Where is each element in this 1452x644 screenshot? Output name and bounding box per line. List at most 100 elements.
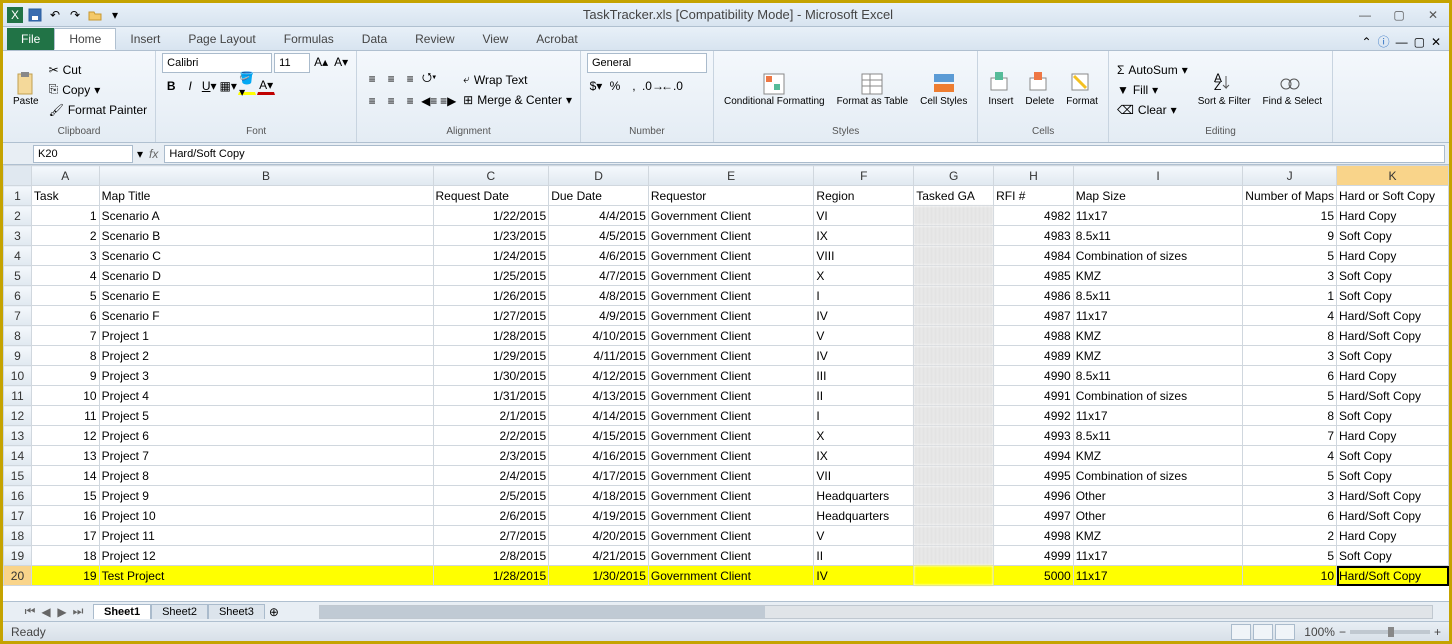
cell-H5[interactable]: 4985 [994, 266, 1074, 286]
cell-H13[interactable]: 4993 [994, 426, 1074, 446]
cell-E17[interactable]: Government Client [648, 506, 814, 526]
cell-I3[interactable]: 8.5x11 [1073, 226, 1243, 246]
cell-J5[interactable]: 3 [1243, 266, 1337, 286]
cell-B9[interactable]: Project 2 [99, 346, 433, 366]
cell-F16[interactable]: Headquarters [814, 486, 914, 506]
cell-G17[interactable] [914, 506, 994, 526]
cell-K9[interactable]: Soft Copy [1337, 346, 1449, 366]
cell-H17[interactable]: 4997 [994, 506, 1074, 526]
conditional-formatting-button[interactable]: Conditional Formatting [720, 70, 829, 109]
cell-B14[interactable]: Project 7 [99, 446, 433, 466]
cell-J1[interactable]: Number of Maps [1243, 186, 1337, 206]
cell-G16[interactable] [914, 486, 994, 506]
row-header-4[interactable]: 4 [4, 246, 32, 266]
sheet-nav-last-icon[interactable]: ⏭ [71, 605, 85, 619]
cell-B6[interactable]: Scenario E [99, 286, 433, 306]
tab-acrobat[interactable]: Acrobat [522, 28, 591, 50]
tab-review[interactable]: Review [401, 28, 468, 50]
cell-A16[interactable]: 15 [31, 486, 99, 506]
copy-button[interactable]: ⎘Copy▾ [47, 81, 150, 99]
redo-icon[interactable]: ↷ [67, 7, 83, 23]
cell-F3[interactable]: IX [814, 226, 914, 246]
cell-E3[interactable]: Government Client [648, 226, 814, 246]
cell-F18[interactable]: V [814, 526, 914, 546]
col-header-B[interactable]: B [99, 166, 433, 186]
cell-J14[interactable]: 4 [1243, 446, 1337, 466]
cell-J15[interactable]: 5 [1243, 466, 1337, 486]
cell-C19[interactable]: 2/8/2015 [433, 546, 549, 566]
cell-A2[interactable]: 1 [31, 206, 99, 226]
cell-D9[interactable]: 4/11/2015 [549, 346, 649, 366]
col-header-F[interactable]: F [814, 166, 914, 186]
cell-H12[interactable]: 4992 [994, 406, 1074, 426]
cell-H18[interactable]: 4998 [994, 526, 1074, 546]
cell-D11[interactable]: 4/13/2015 [549, 386, 649, 406]
cell-J11[interactable]: 5 [1243, 386, 1337, 406]
cell-A12[interactable]: 11 [31, 406, 99, 426]
cell-I4[interactable]: Combination of sizes [1073, 246, 1243, 266]
row-header-20[interactable]: 20 [4, 566, 32, 586]
cell-J9[interactable]: 3 [1243, 346, 1337, 366]
cell-K1[interactable]: Hard or Soft Copy [1337, 186, 1449, 206]
cell-E16[interactable]: Government Client [648, 486, 814, 506]
cell-J19[interactable]: 5 [1243, 546, 1337, 566]
cell-G12[interactable] [914, 406, 994, 426]
maximize-button[interactable]: ▢ [1387, 6, 1411, 24]
open-icon[interactable] [87, 7, 103, 23]
cell-A14[interactable]: 13 [31, 446, 99, 466]
cell-E10[interactable]: Government Client [648, 366, 814, 386]
cell-D7[interactable]: 4/9/2015 [549, 306, 649, 326]
cell-A1[interactable]: Task [31, 186, 99, 206]
cell-J3[interactable]: 9 [1243, 226, 1337, 246]
font-size-combo[interactable]: 11 [274, 53, 310, 73]
cell-G4[interactable] [914, 246, 994, 266]
col-header-D[interactable]: D [549, 166, 649, 186]
new-sheet-icon[interactable]: ⊕ [269, 605, 279, 619]
cell-C13[interactable]: 2/2/2015 [433, 426, 549, 446]
decrease-decimal-icon[interactable]: ←.0 [663, 77, 681, 95]
cell-I10[interactable]: 8.5x11 [1073, 366, 1243, 386]
cell-C8[interactable]: 1/28/2015 [433, 326, 549, 346]
cell-H19[interactable]: 4999 [994, 546, 1074, 566]
cell-styles-button[interactable]: Cell Styles [916, 70, 971, 109]
cell-C11[interactable]: 1/31/2015 [433, 386, 549, 406]
cell-K17[interactable]: Hard/Soft Copy [1337, 506, 1449, 526]
cell-E13[interactable]: Government Client [648, 426, 814, 446]
cell-H2[interactable]: 4982 [994, 206, 1074, 226]
cell-A13[interactable]: 12 [31, 426, 99, 446]
row-header-7[interactable]: 7 [4, 306, 32, 326]
row-header-10[interactable]: 10 [4, 366, 32, 386]
row-header-3[interactable]: 3 [4, 226, 32, 246]
format-as-table-button[interactable]: Format as Table [833, 70, 913, 109]
cell-C6[interactable]: 1/26/2015 [433, 286, 549, 306]
col-header-I[interactable]: I [1073, 166, 1243, 186]
tab-formulas[interactable]: Formulas [270, 28, 348, 50]
undo-icon[interactable]: ↶ [47, 7, 63, 23]
font-color-button[interactable]: A▾ [257, 77, 275, 95]
cell-J16[interactable]: 3 [1243, 486, 1337, 506]
row-header-11[interactable]: 11 [4, 386, 32, 406]
cell-A4[interactable]: 3 [31, 246, 99, 266]
cell-F11[interactable]: II [814, 386, 914, 406]
fill-color-button[interactable]: 🪣▾ [238, 77, 256, 95]
autosum-button[interactable]: ΣAutoSum▾ [1115, 61, 1190, 79]
cell-B13[interactable]: Project 6 [99, 426, 433, 446]
cell-F19[interactable]: II [814, 546, 914, 566]
cell-A7[interactable]: 6 [31, 306, 99, 326]
cell-I1[interactable]: Map Size [1073, 186, 1243, 206]
col-header-A[interactable]: A [31, 166, 99, 186]
cell-G9[interactable] [914, 346, 994, 366]
cell-B11[interactable]: Project 4 [99, 386, 433, 406]
row-header-9[interactable]: 9 [4, 346, 32, 366]
cell-J12[interactable]: 8 [1243, 406, 1337, 426]
increase-font-icon[interactable]: A▴ [312, 53, 330, 71]
cell-I7[interactable]: 11x17 [1073, 306, 1243, 326]
cell-K4[interactable]: Hard Copy [1337, 246, 1449, 266]
cell-E4[interactable]: Government Client [648, 246, 814, 266]
increase-indent-icon[interactable]: ≡▶ [439, 92, 457, 110]
cell-K19[interactable]: Soft Copy [1337, 546, 1449, 566]
sheet-nav-next-icon[interactable]: ▶ [55, 605, 69, 619]
cell-K15[interactable]: Soft Copy [1337, 466, 1449, 486]
cell-I9[interactable]: KMZ [1073, 346, 1243, 366]
cell-K3[interactable]: Soft Copy [1337, 226, 1449, 246]
